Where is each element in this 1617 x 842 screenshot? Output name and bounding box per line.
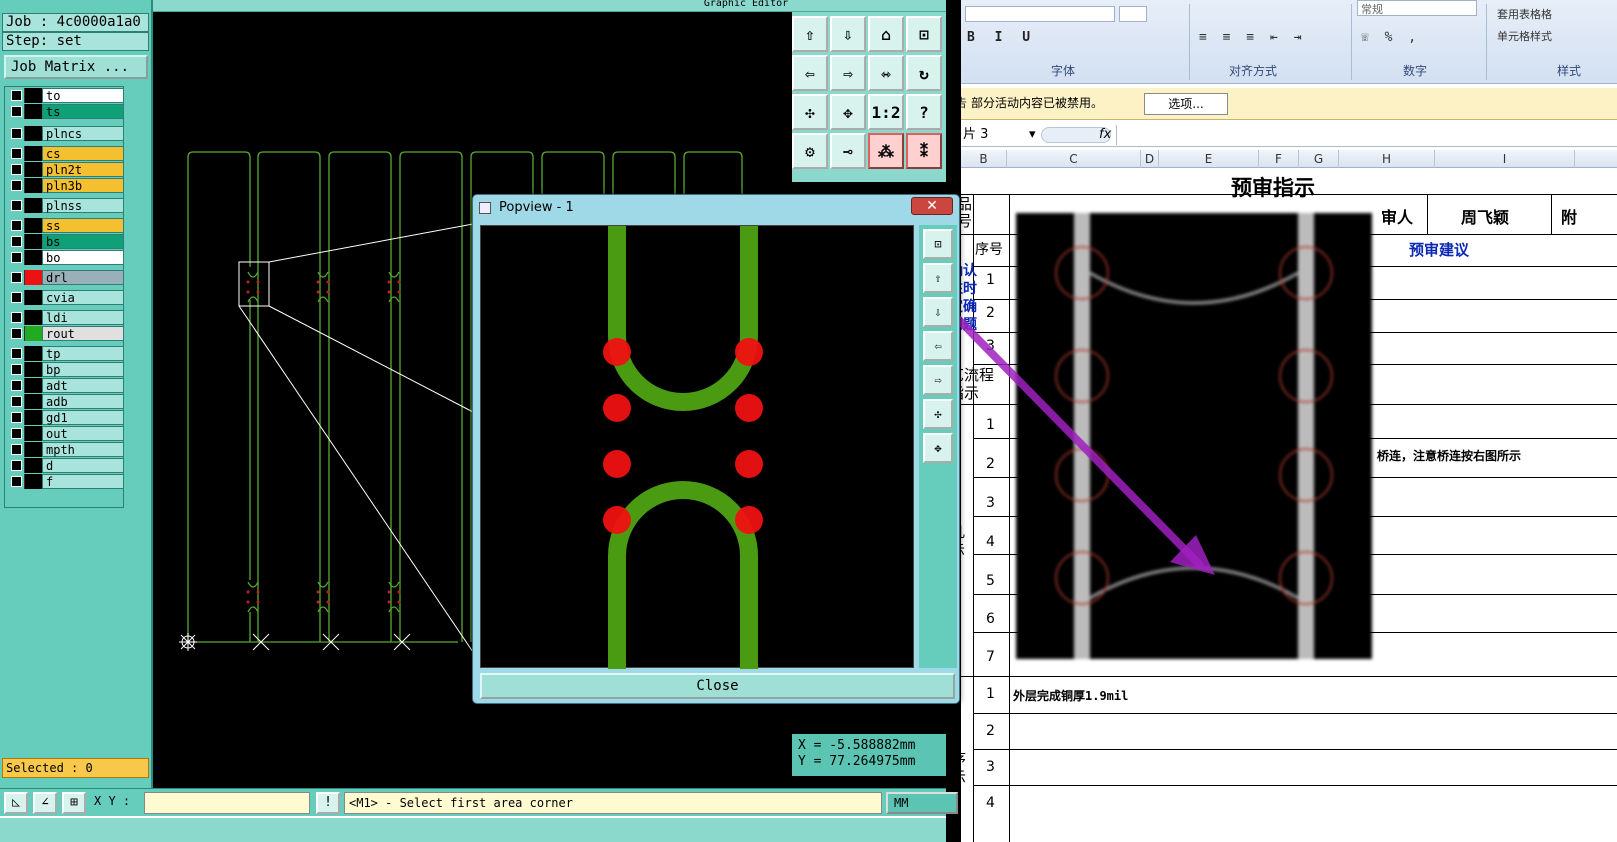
popview-toolbar: ⊡ ⇧ ⇩ ⇦ ⇨ ✣ ✥ xyxy=(919,225,957,668)
popview-up-icon[interactable]: ⇧ xyxy=(923,263,953,293)
popview-window: Popview - 1 ✕ ⊡ ⇧ ⇩ ⇦ ⇨ ✣ ✥ Close xyxy=(472,194,960,704)
popview-canvas[interactable] xyxy=(480,225,914,669)
popview-drawing xyxy=(603,226,763,669)
popview-app-icon xyxy=(479,202,491,214)
popview-zoom-in-icon[interactable]: ✥ xyxy=(923,433,953,463)
popview-fit-icon[interactable]: ⊡ xyxy=(923,229,953,259)
popview-right-icon[interactable]: ⇨ xyxy=(923,365,953,395)
popview-down-icon[interactable]: ⇩ xyxy=(923,297,953,327)
popview-zoom-out-icon[interactable]: ✣ xyxy=(923,399,953,429)
popview-title: Popview - 1 xyxy=(499,200,574,215)
popview-left-icon[interactable]: ⇦ xyxy=(923,331,953,361)
popview-close-icon[interactable]: ✕ xyxy=(911,197,953,215)
popview-close-button[interactable]: Close xyxy=(480,673,955,699)
